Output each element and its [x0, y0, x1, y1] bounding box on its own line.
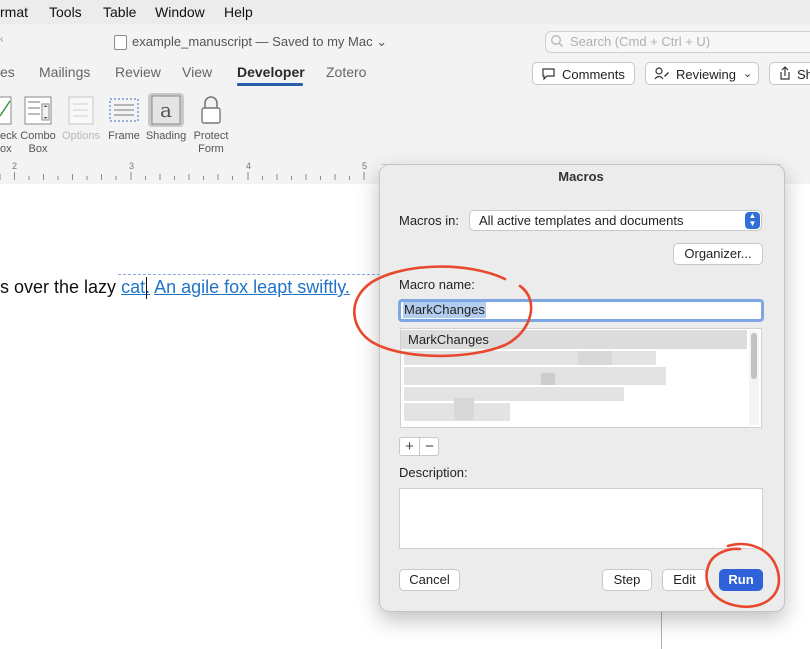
list-item-label: MarkChanges	[408, 332, 489, 347]
menu-tools[interactable]: Tools	[49, 4, 82, 20]
scrollbar-thumb[interactable]	[751, 333, 757, 379]
comments-label: Comments	[562, 67, 625, 82]
document-text[interactable]: s over the lazy cat. An agile fox leapt …	[0, 277, 350, 298]
tab-developer[interactable]: Developer	[237, 64, 305, 80]
tab-zotero[interactable]: Zotero	[326, 64, 366, 80]
description-field[interactable]	[399, 488, 763, 549]
chevron-down-icon: ⌄	[376, 34, 388, 49]
ruler-ticks	[0, 172, 365, 180]
check-box-label: eck ox	[0, 130, 18, 155]
combo-box-label: Combo Box	[20, 130, 56, 155]
reviewing-button[interactable]: Reviewing ⌄	[645, 62, 759, 85]
protect-form-label: Protect Form	[193, 130, 229, 155]
ruler-number: 5	[362, 161, 368, 171]
shading-icon: a	[151, 95, 181, 125]
options-label: Options	[62, 130, 100, 142]
menu-help[interactable]: Help	[224, 4, 253, 20]
text-cursor	[146, 277, 147, 299]
redacted-block	[578, 351, 612, 365]
menu-bar: rmat Tools Table Window Help	[0, 0, 810, 24]
edit-button[interactable]: Edit	[662, 569, 707, 591]
search-icon	[551, 35, 563, 47]
redacted-list-item	[404, 387, 624, 401]
remove-macro-button[interactable]: −	[420, 437, 439, 456]
dialog-title: Macros	[558, 169, 604, 184]
description-label: Description:	[399, 465, 468, 480]
tab-view[interactable]: View	[182, 64, 212, 80]
menu-format[interactable]: rmat	[0, 4, 28, 20]
page-margin-line	[661, 608, 662, 649]
shading-label: Shading	[145, 130, 187, 142]
tab-mailings[interactable]: Mailings	[39, 64, 90, 80]
chevron-down-icon: ⌄	[743, 68, 753, 80]
ruler-right-segment	[782, 164, 810, 184]
share-icon	[780, 66, 790, 80]
redacted-block	[454, 398, 474, 420]
macros-in-label: Macros in:	[399, 213, 459, 228]
share-label: Sh	[797, 67, 810, 82]
run-button[interactable]: Run	[719, 569, 763, 591]
share-button[interactable]: Sh	[769, 62, 810, 85]
svg-text:a: a	[160, 98, 172, 122]
add-macro-button[interactable]: +	[400, 437, 419, 456]
menu-table[interactable]: Table	[103, 4, 136, 20]
document-icon	[114, 35, 127, 50]
step-button[interactable]: Step	[602, 569, 652, 591]
cancel-button[interactable]: Cancel	[399, 569, 460, 591]
track-changes-icon	[654, 67, 669, 80]
organizer-button[interactable]: Organizer...	[673, 243, 763, 265]
redacted-block	[541, 373, 555, 385]
redacted-list-item	[404, 367, 666, 385]
macros-in-select[interactable]: All active templates and documents	[469, 210, 762, 231]
frame-icon[interactable]	[108, 96, 140, 126]
link-cat[interactable]: cat	[121, 277, 145, 297]
macros-in-value: All active templates and documents	[479, 213, 684, 228]
tab-references[interactable]: es	[0, 64, 15, 80]
ruler-number: 4	[246, 161, 252, 171]
lock-icon[interactable]	[198, 94, 224, 126]
body-text: s over the lazy	[0, 277, 122, 297]
macro-name-label: Macro name:	[399, 277, 475, 292]
active-tab-indicator	[237, 83, 303, 86]
reviewing-label: Reviewing	[676, 67, 736, 82]
redacted-list-item	[404, 351, 656, 365]
ruler-number: 2	[12, 161, 18, 171]
menu-window[interactable]: Window	[155, 4, 205, 20]
combo-box-icon[interactable]	[24, 96, 52, 126]
search-placeholder: Search (Cmd + Ctrl + U)	[570, 34, 711, 49]
tab-review[interactable]: Review	[115, 64, 161, 80]
check-box-icon[interactable]	[0, 96, 12, 126]
macro-name-value: MarkChanges	[403, 302, 486, 318]
document-title[interactable]: example_manuscript — Saved to my Mac ⌄	[132, 34, 387, 50]
options-icon	[68, 96, 94, 125]
select-arrows-icon: ▲ ▼	[745, 212, 760, 229]
chevron-left-icon[interactable]: ‹	[0, 34, 3, 45]
link-sentence[interactable]: An agile fox leapt swiftly.	[154, 277, 350, 297]
speech-bubble-icon	[542, 68, 555, 81]
comments-button[interactable]: Comments	[532, 62, 635, 85]
ruler-number: 3	[129, 161, 135, 171]
selection-marker	[118, 274, 380, 275]
frame-label: Frame	[108, 130, 140, 142]
